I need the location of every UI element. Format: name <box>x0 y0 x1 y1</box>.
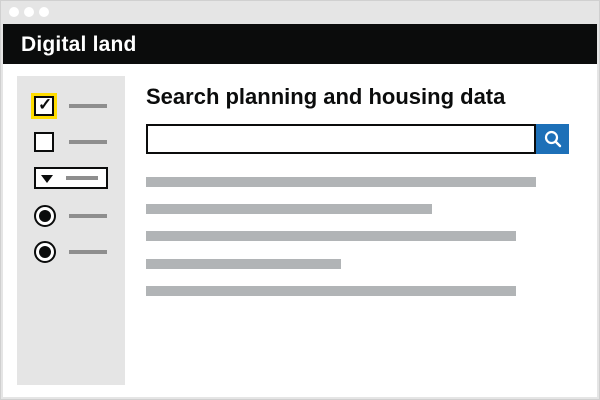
result-placeholder <box>146 204 432 214</box>
result-placeholder <box>146 286 516 296</box>
search-input[interactable] <box>146 124 536 154</box>
filter-label-placeholder <box>69 104 107 108</box>
dropdown-select[interactable] <box>34 167 108 189</box>
filter-sidebar: ✓ <box>17 76 125 385</box>
filter-radio <box>17 202 125 230</box>
window-dot[interactable] <box>39 7 49 17</box>
search-button[interactable] <box>536 124 569 154</box>
checkmark-icon: ✓ <box>38 95 53 114</box>
search-icon <box>544 130 562 148</box>
page-title: Search planning and housing data <box>146 84 506 109</box>
result-placeholder <box>146 177 536 187</box>
filter-select <box>17 164 125 192</box>
page-content: ✓ Search planning and housing data <box>3 64 597 397</box>
select-value-placeholder <box>66 176 98 180</box>
result-placeholder <box>146 231 516 241</box>
browser-window: Digital land ✓ Search planning and housi… <box>0 0 600 400</box>
filter-radio <box>17 238 125 266</box>
radio-button-selected[interactable] <box>34 241 56 263</box>
filter-label-placeholder <box>69 140 107 144</box>
radio-dot <box>39 210 51 222</box>
dropdown-arrow-icon <box>41 175 53 183</box>
radio-button-selected[interactable] <box>34 205 56 227</box>
site-header: Digital land <box>3 24 597 64</box>
filter-checkbox-unchecked <box>17 128 125 156</box>
filter-checkbox-checked: ✓ <box>17 92 125 120</box>
window-dot[interactable] <box>9 7 19 17</box>
filter-label-placeholder <box>69 214 107 218</box>
site-title[interactable]: Digital land <box>21 33 137 57</box>
filter-label-placeholder <box>69 250 107 254</box>
result-placeholder <box>146 259 341 269</box>
window-dot[interactable] <box>24 7 34 17</box>
radio-dot <box>39 246 51 258</box>
checkbox-unchecked[interactable] <box>34 132 54 152</box>
checkbox-checked[interactable]: ✓ <box>31 93 57 119</box>
